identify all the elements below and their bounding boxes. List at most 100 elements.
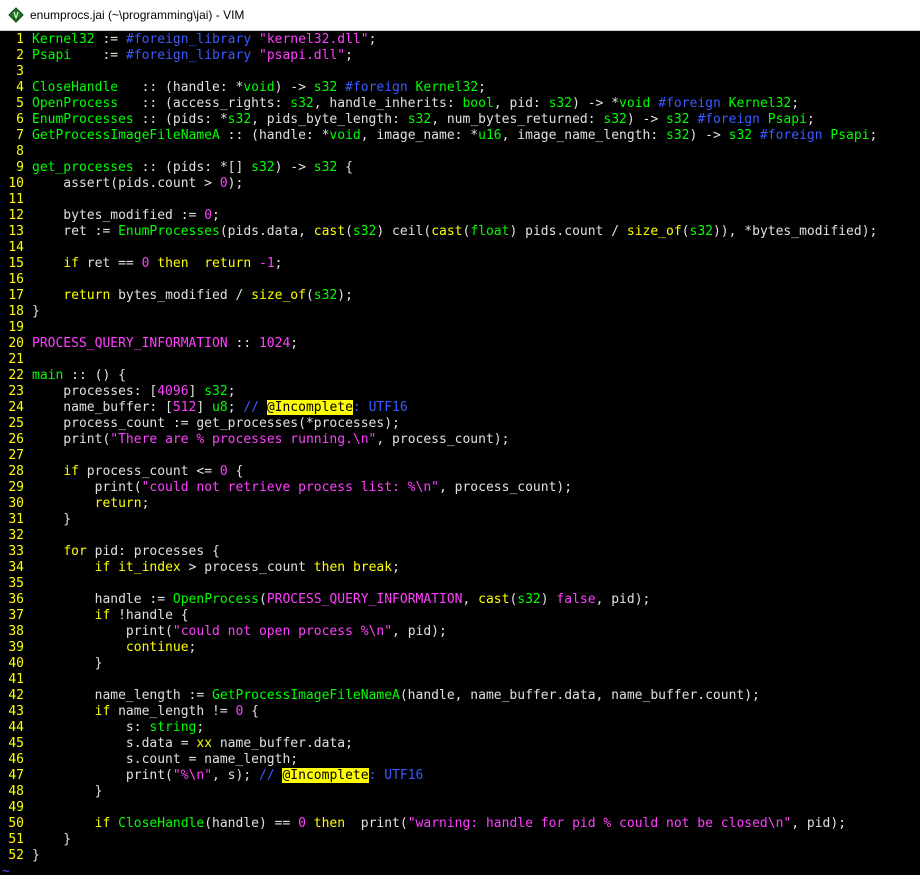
line-number: 2 (16, 48, 24, 63)
code-line[interactable]: 48 } (0, 784, 920, 800)
code-line[interactable]: 46 s.count = name_length; (0, 752, 920, 768)
code-token: s32 (227, 112, 252, 127)
code-token: { (337, 160, 353, 175)
code-line[interactable]: 23 processes: [4096] s32; (0, 384, 920, 400)
code-line[interactable]: 33 for pid: processes { (0, 544, 920, 560)
code-line[interactable]: 20 PROCESS_QUERY_INFORMATION :: 1024; (0, 336, 920, 352)
code-line[interactable]: 13 ret := EnumProcesses(pids.data, cast(… (0, 224, 920, 240)
code-token: "warning: handle for pid % could not be … (407, 816, 792, 831)
code-line[interactable]: 32 (0, 528, 920, 544)
code-line[interactable]: 34 if it_index > process_count then brea… (0, 560, 920, 576)
code-line[interactable]: 15 if ret == 0 then return -1; (0, 256, 920, 272)
code-line[interactable]: 22 main :: () { (0, 368, 920, 384)
code-line[interactable]: 4 CloseHandle :: (handle: *void) -> s32 #… (0, 80, 920, 96)
code-line[interactable]: 17 return bytes_modified / size_of(s32); (0, 288, 920, 304)
code-token: "psapi.dll" (259, 48, 346, 63)
code-line[interactable]: 5 OpenProcess :: (access_rights: s32, han… (0, 96, 920, 112)
code-token: Kernel32 (728, 96, 792, 111)
title-bar[interactable]: V enumprocs.jai (~\programming\jai) - VI… (0, 0, 920, 31)
code-line[interactable]: 19 (0, 320, 920, 336)
line-number: 26 (8, 432, 24, 447)
code-token: ; (791, 96, 800, 111)
line-code: name_buffer: [512] u8; // @Incomplete: U… (32, 400, 408, 416)
editor-buffer[interactable]: 1 Kernel32 := #foreign_library "kernel32.… (0, 32, 920, 875)
code-line[interactable]: 2 Psapi := #foreign_library "psapi.dll"; (0, 48, 920, 64)
code-token: print( (32, 432, 111, 447)
line-number: 16 (8, 272, 24, 287)
code-token: ); (337, 288, 353, 303)
line-number: 25 (8, 416, 24, 431)
code-token: void (243, 80, 275, 95)
code-line[interactable]: 36 handle := OpenProcess(PROCESS_QUERY_I… (0, 592, 920, 608)
code-line[interactable]: 30 return; (0, 496, 920, 512)
code-line[interactable]: 1 Kernel32 := #foreign_library "kernel32.… (0, 32, 920, 48)
code-token: 4096 (157, 384, 189, 399)
code-line[interactable]: 51 } (0, 832, 920, 848)
code-token: CloseHandle (32, 80, 119, 95)
code-token: @Incomplete (266, 400, 353, 415)
code-token: ) -> (274, 160, 314, 175)
code-line[interactable]: 8 (0, 144, 920, 160)
code-line[interactable]: 24 name_buffer: [512] u8; // @Incomplete… (0, 400, 920, 416)
code-line[interactable]: 16 (0, 272, 920, 288)
code-token: ] (188, 384, 205, 399)
code-token: , pid); (791, 816, 847, 831)
line-code: for pid: processes { (32, 544, 220, 560)
code-token: return (63, 288, 111, 303)
code-line[interactable]: 10 assert(pids.count > 0); (0, 176, 920, 192)
code-line[interactable]: 43 if name_length != 0 { (0, 704, 920, 720)
code-token: Kernel32 (415, 80, 479, 95)
code-line[interactable]: 42 name_length := GetProcessImageFileNam… (0, 688, 920, 704)
code-line[interactable]: 12 bytes_modified := 0; (0, 208, 920, 224)
code-token: ( (305, 288, 314, 303)
code-line[interactable]: 35 (0, 576, 920, 592)
code-line[interactable]: 21 (0, 352, 920, 368)
code-line[interactable]: 18} (0, 304, 920, 320)
code-token: } (32, 512, 72, 527)
code-token: :: (pids: * (133, 112, 228, 127)
code-token: 0 (204, 208, 213, 223)
line-code: return bytes_modified / size_of(s32); (32, 288, 353, 304)
code-token: handle := (32, 592, 173, 607)
code-line[interactable]: 3 (0, 64, 920, 80)
code-line[interactable]: 25 process_count := get_processes(*proce… (0, 416, 920, 432)
code-line[interactable]: 26 print("There are % processes running.… (0, 432, 920, 448)
code-line[interactable]: 9 get_processes :: (pids: *[] s32) -> s32… (0, 160, 920, 176)
code-line[interactable]: 27 (0, 448, 920, 464)
line-number: 6 (16, 112, 24, 127)
code-token: } (32, 784, 103, 799)
code-line[interactable]: 40 } (0, 656, 920, 672)
code-line[interactable]: 47 print("%\n", s); // @Incomplete: UTF1… (0, 768, 920, 784)
code-line[interactable]: 31 } (0, 512, 920, 528)
code-line[interactable]: 6 EnumProcesses :: (pids: *s32, pids_byte… (0, 112, 920, 128)
code-line[interactable]: 39 continue; (0, 640, 920, 656)
code-token: Kernel32 (32, 32, 95, 47)
code-line[interactable]: 52} (0, 848, 920, 864)
code-token: ; (478, 80, 486, 95)
code-line[interactable]: 50 if CloseHandle(handle) == 0 then prin… (0, 816, 920, 832)
code-line[interactable]: 37 if !handle { (0, 608, 920, 624)
code-token: if (63, 464, 79, 479)
code-line[interactable]: 14 (0, 240, 920, 256)
code-token: it_index (118, 560, 181, 575)
code-line[interactable]: 38 print("could not open process %\n", p… (0, 624, 920, 640)
code-line[interactable]: 11 (0, 192, 920, 208)
line-code: if !handle { (32, 608, 189, 624)
code-token: ; (141, 496, 150, 511)
code-line[interactable]: 7 GetProcessImageFileNameA :: (handle: *v… (0, 128, 920, 144)
code-line[interactable]: 44 s: string; (0, 720, 920, 736)
line-number: 10 (8, 176, 24, 191)
code-token: name_length := (32, 688, 213, 703)
code-line[interactable]: 28 if process_count <= 0 { (0, 464, 920, 480)
code-line[interactable]: 41 (0, 672, 920, 688)
code-line[interactable]: 49 (0, 800, 920, 816)
code-line[interactable]: 29 print("could not retrieve process lis… (0, 480, 920, 496)
code-token: (handle, name_buffer.data, name_buffer.c… (399, 688, 760, 703)
code-line[interactable]: 45 s.data = xx name_buffer.data; (0, 736, 920, 752)
